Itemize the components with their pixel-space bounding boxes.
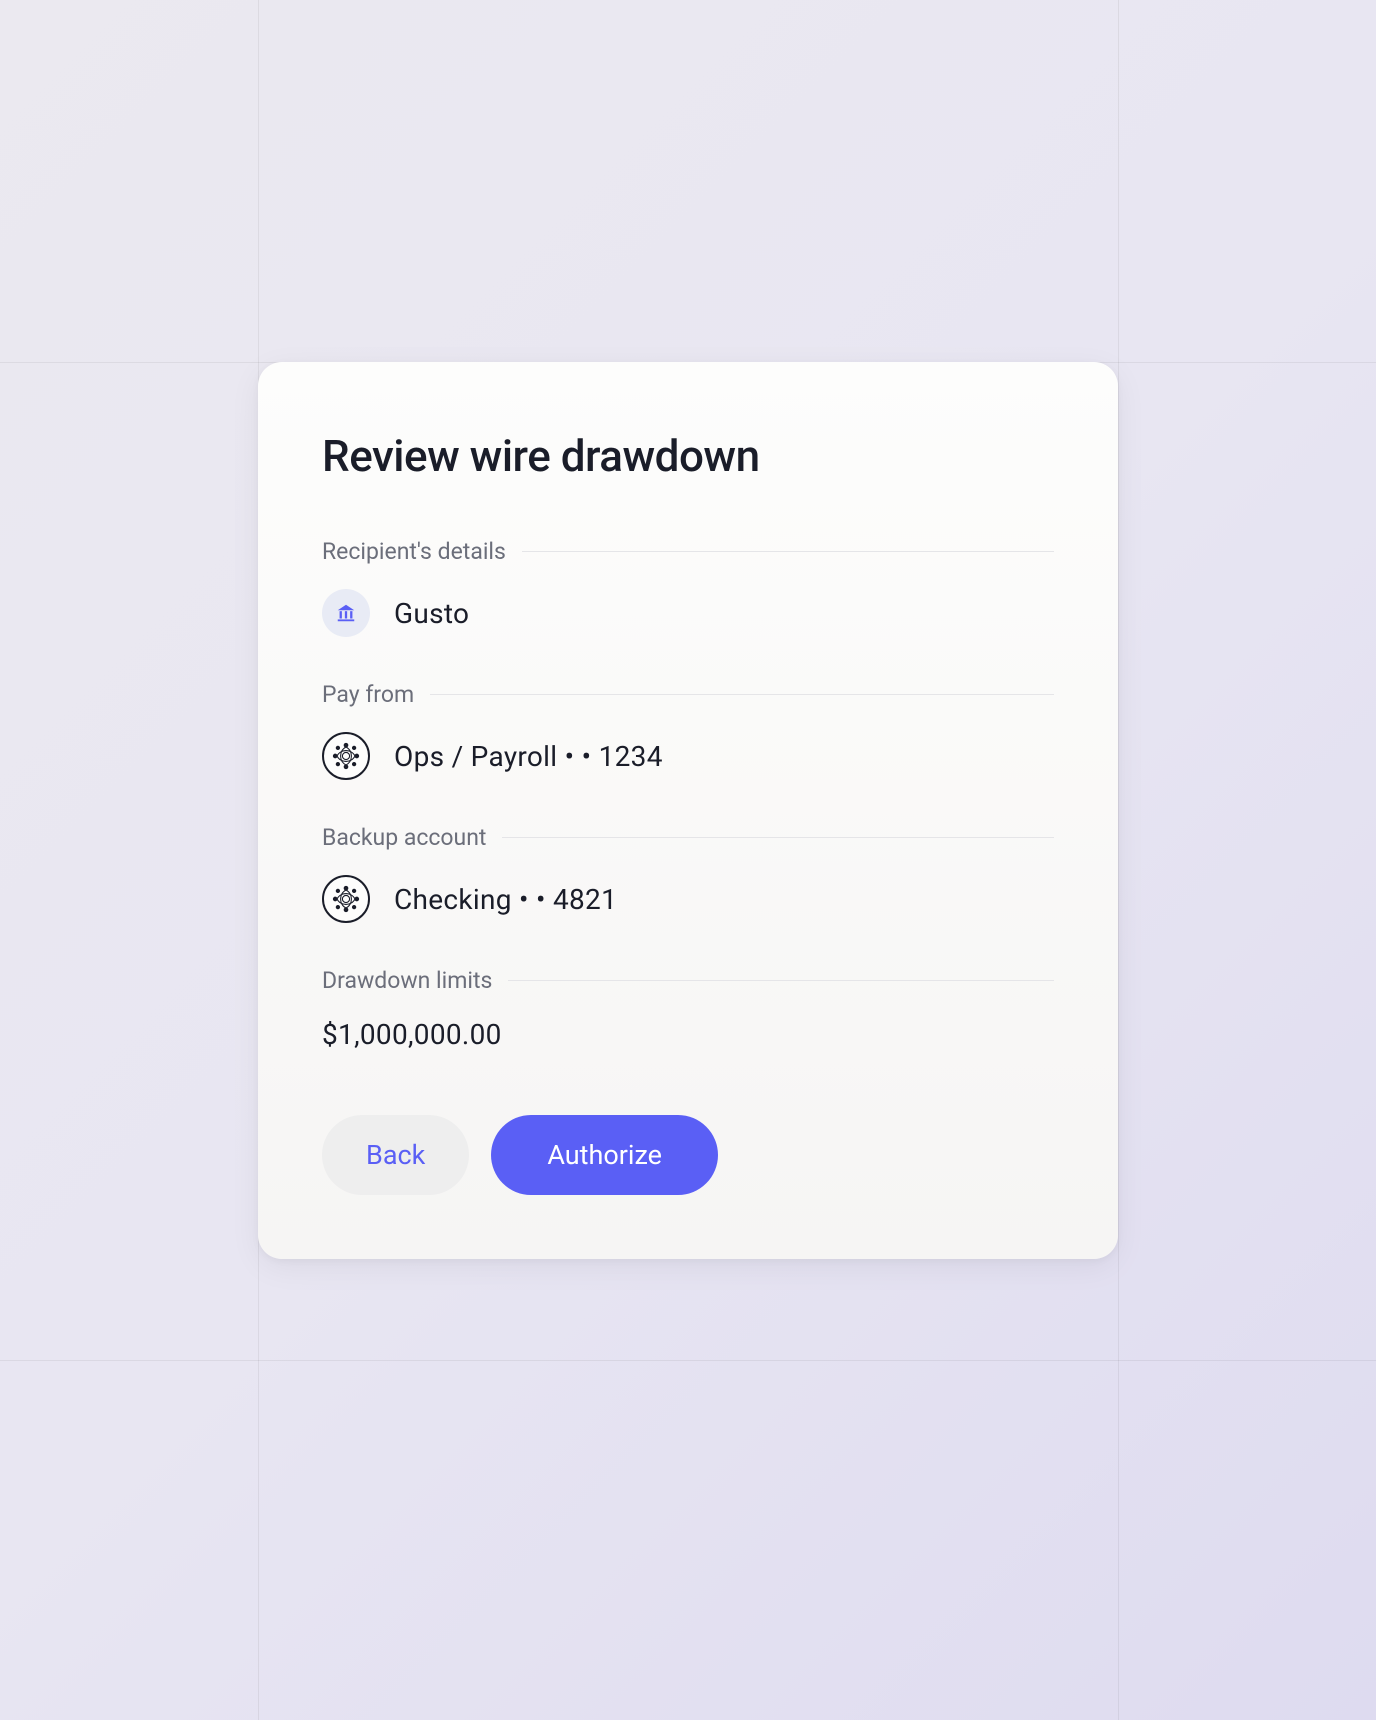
section-header: Drawdown limits — [322, 967, 1054, 994]
limit-amount: $1,000,000.00 — [322, 1018, 1054, 1051]
divider — [430, 694, 1054, 695]
grid-line — [0, 1360, 1376, 1361]
divider — [502, 837, 1054, 838]
recipient-name: Gusto — [394, 597, 469, 630]
section-header: Pay from — [322, 681, 1054, 708]
account-logo-icon — [322, 875, 370, 923]
review-card: Review wire drawdown Recipient's details… — [258, 362, 1118, 1259]
section-label: Recipient's details — [322, 538, 506, 565]
recipient-row: Gusto — [322, 589, 1054, 637]
section-label: Pay from — [322, 681, 414, 708]
account-logo-icon — [322, 732, 370, 780]
backup-account: Checking • • 4821 — [394, 883, 617, 916]
backup-row: Checking • • 4821 — [322, 875, 1054, 923]
section-header: Recipient's details — [322, 538, 1054, 565]
pay-from-section: Pay from — [322, 681, 1054, 780]
section-label: Backup account — [322, 824, 486, 851]
recipient-section: Recipient's details Gusto — [322, 538, 1054, 637]
page-title: Review wire drawdown — [322, 430, 1054, 482]
section-header: Backup account — [322, 824, 1054, 851]
divider — [508, 980, 1054, 981]
divider — [522, 551, 1054, 552]
pay-from-row: Ops / Payroll • • 1234 — [322, 732, 1054, 780]
limits-section: Drawdown limits $1,000,000.00 — [322, 967, 1054, 1051]
grid-line — [1118, 0, 1119, 1720]
back-button[interactable]: Back — [322, 1115, 469, 1195]
section-label: Drawdown limits — [322, 967, 492, 994]
pay-from-account: Ops / Payroll • • 1234 — [394, 740, 663, 773]
authorize-button[interactable]: Authorize — [491, 1115, 718, 1195]
bank-icon — [322, 589, 370, 637]
button-row: Back Authorize — [322, 1115, 1054, 1195]
backup-section: Backup account — [322, 824, 1054, 923]
